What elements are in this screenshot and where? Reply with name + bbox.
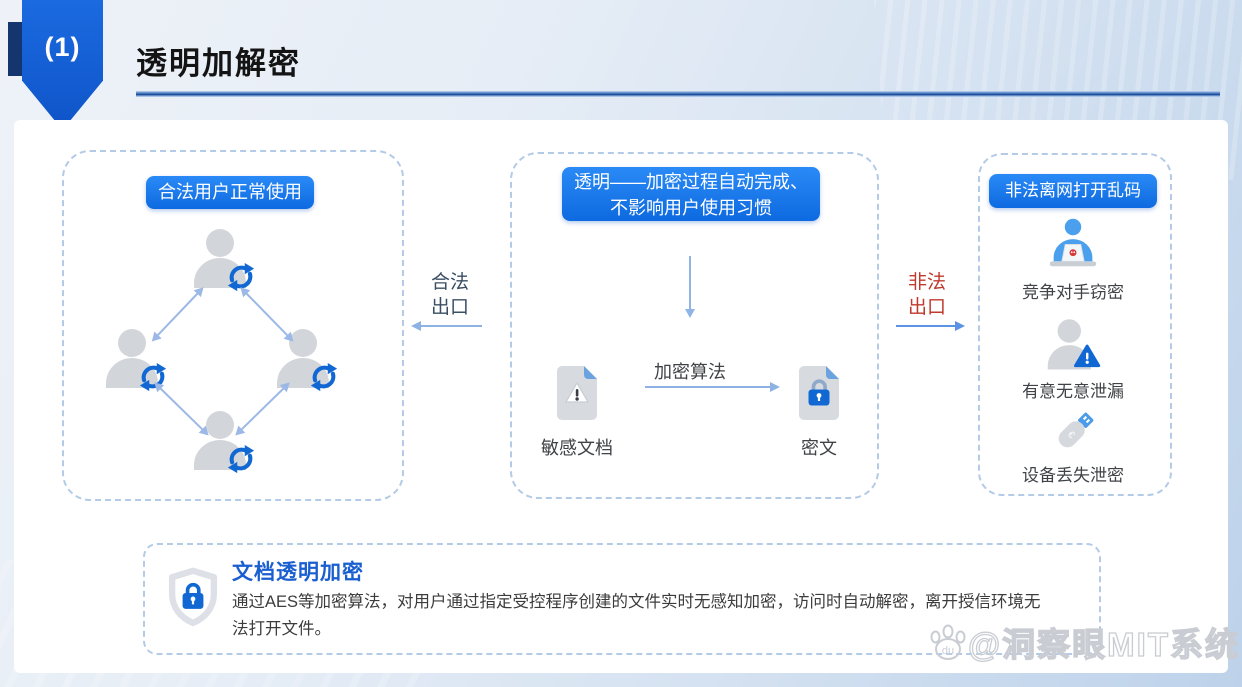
ribbon-accent-bar [8,22,22,76]
hacker-laptop-icon [1042,216,1104,270]
summary-title: 文档透明加密 [232,556,364,586]
illegal-open-badge: 非法离网打开乱码 [989,174,1157,208]
page-title: 透明加解密 [136,38,301,83]
sensitive-doc-label: 敏感文档 [538,434,616,460]
legal-users-badge: 合法用户正常使用 [146,176,314,209]
encrypt-algorithm-label: 加密算法 [640,358,740,384]
usb-drive-icon [1048,404,1102,458]
right-arrow [645,386,771,388]
risk-item-label: 有意无意泄漏 [1013,377,1133,402]
risk-item-label: 设备丢失泄密 [1013,461,1133,486]
sync-icon [226,444,256,474]
title-divider [136,91,1220,97]
down-arrow [689,256,691,310]
slide: (1) 透明加解密 合法用户正常使用 合法 出口 透明——加密过程自动完成、 不… [0,0,1242,687]
warning-doc-icon [554,364,600,422]
risk-item-label: 竞争对手窃密 [1013,278,1133,303]
shield-lock-icon [164,566,222,630]
user-node-bottom [190,410,254,470]
ciphertext-label: 密文 [794,434,844,460]
sync-icon [309,362,339,392]
user-node-right [273,328,337,388]
left-arrow [420,325,482,327]
paw-logo-icon [928,622,968,662]
lock-doc-icon [796,364,842,422]
illegal-exit-label: 非法 出口 [892,270,962,320]
user-warning-icon [1044,318,1104,374]
legal-exit-label: 合法 出口 [415,270,485,320]
watermark-text: @洞察眼MIT系统 [968,618,1240,666]
transparent-flow-badge: 透明——加密过程自动完成、 不影响用户使用习惯 [562,167,820,221]
watermark: @洞察眼MIT系统 [928,618,1240,666]
section-number: (1) [45,32,81,130]
section-number-ribbon: (1) [22,0,103,130]
user-node-top [190,228,254,288]
right-arrow [896,325,956,327]
